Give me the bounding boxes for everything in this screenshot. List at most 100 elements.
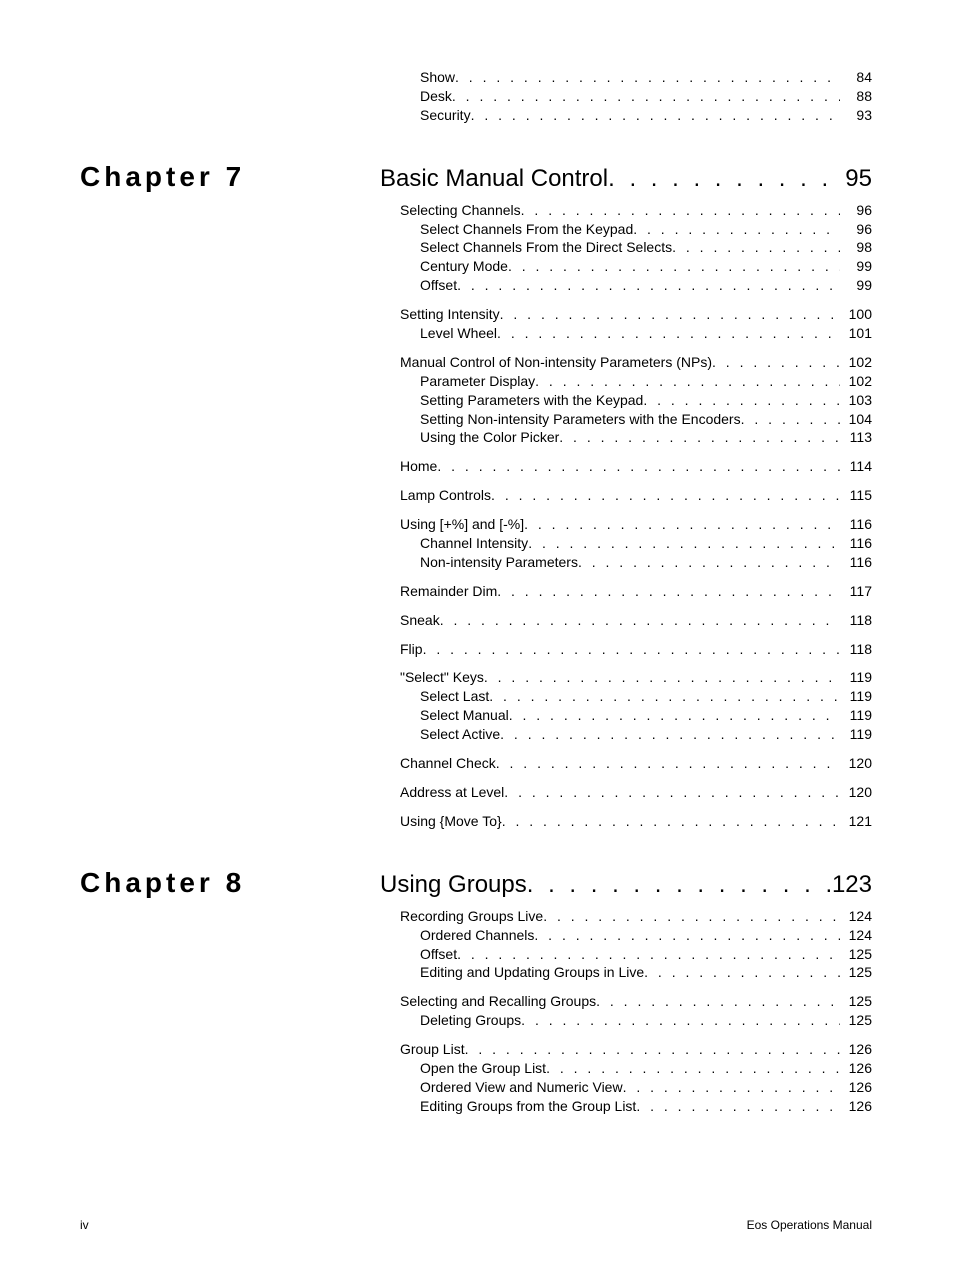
toc-entry[interactable]: Level Wheel101 [80,324,872,343]
toc-label: Century Mode [420,257,508,276]
chapter-heading-8[interactable]: Chapter 8 Using Groups 123 [80,867,872,899]
toc-dots [471,106,840,125]
toc-dots [543,907,840,926]
toc-entry[interactable]: Ordered Channels124 [80,926,872,945]
toc-dots [633,220,840,239]
toc-page: 103 [840,391,872,410]
toc-entry[interactable]: Setting Non-intensity Parameters with th… [80,410,872,429]
toc-dots [578,553,840,572]
toc-entry[interactable]: Recording Groups Live 124 [80,907,872,926]
toc-dots [465,1040,840,1059]
toc-entry[interactable]: Using [+%] and [-%]116 [80,515,872,534]
toc-entry[interactable]: Open the Group List126 [80,1059,872,1078]
toc-page: 116 [840,534,872,553]
toc-group: "Select" Keys119 Select Last119 Select M… [80,668,872,744]
toc-dots [636,1097,840,1116]
toc-label: Recording Groups Live [400,907,543,926]
page: Show 84 Desk 88 Security 93 Chapter 7 Ba… [0,0,954,1272]
toc-entry[interactable]: Manual Control of Non-intensity Paramete… [80,353,872,372]
toc-group: Address at Level120 [80,783,872,802]
toc-entry[interactable]: Selecting Channels96 [80,201,872,220]
toc-entry[interactable]: Select Channels From the Keypad96 [80,220,872,239]
toc-dots [509,706,840,725]
toc-entry[interactable]: Channel Intensity 116 [80,534,872,553]
manual-title: Eos Operations Manual [747,1218,872,1232]
toc-dots [712,353,840,372]
toc-dots [437,457,840,476]
pre-group: Show 84 Desk 88 Security 93 [80,68,872,125]
toc-label: Editing and Updating Groups in Live [420,963,644,982]
toc-entry[interactable]: Century Mode 99 [80,257,872,276]
toc-label: Remainder Dim [400,582,497,601]
toc-dots [452,87,840,106]
toc-entry[interactable]: Desk 88 [80,87,872,106]
toc-entry[interactable]: Selecting and Recalling Groups125 [80,992,872,1011]
toc-label: Channel Intensity [420,534,528,553]
toc-dots [500,725,840,744]
toc-label: Manual Control of Non-intensity Paramete… [400,353,712,372]
toc-entry[interactable]: Setting Intensity100 [80,305,872,324]
toc-page: 119 [840,687,872,706]
toc-entry[interactable]: Parameter Display102 [80,372,872,391]
toc-dots [741,410,840,429]
toc-page: 99 [840,257,872,276]
toc-dots [496,754,840,773]
toc-label: Parameter Display [420,372,535,391]
toc-entry[interactable]: Address at Level120 [80,783,872,802]
toc-entry[interactable]: Remainder Dim117 [80,582,872,601]
toc-page: 96 [840,220,872,239]
toc-page: 124 [840,907,872,926]
toc-page: 113 [840,428,872,447]
toc-entry[interactable]: Security 93 [80,106,872,125]
toc-entry[interactable]: Select Manual 119 [80,706,872,725]
toc-entry[interactable]: Lamp Controls 115 [80,486,872,505]
toc-group: Flip 118 [80,640,872,659]
toc-page: 118 [840,640,872,659]
toc-entry[interactable]: Home114 [80,457,872,476]
toc-page: 119 [840,706,872,725]
toc-label: Editing Groups from the Group List [420,1097,636,1116]
chapter-page: 123 [832,871,872,899]
toc-entry[interactable]: Offset125 [80,945,872,964]
toc-entry[interactable]: Group List126 [80,1040,872,1059]
chapter-heading-7[interactable]: Chapter 7 Basic Manual Control 95 [80,161,872,193]
toc-entry[interactable]: Show 84 [80,68,872,87]
toc-entry[interactable]: "Select" Keys119 [80,668,872,687]
toc-entry[interactable]: Using the Color Picker113 [80,428,872,447]
toc-entry[interactable]: Non-intensity Parameters116 [80,553,872,572]
toc-group: Using [+%] and [-%]116 Channel Intensity… [80,515,872,572]
toc-group: Lamp Controls 115 [80,486,872,505]
toc-label: Flip [400,640,423,659]
toc-label: Non-intensity Parameters [420,553,578,572]
toc-entry[interactable]: Select Channels From the Direct Selects9… [80,238,872,257]
toc-page: 125 [840,945,872,964]
toc-dots [504,783,840,802]
chapter-number: Chapter 7 [80,161,380,193]
toc-label: Security [420,106,471,125]
toc-group: Sneak118 [80,611,872,630]
toc-page: 115 [840,486,872,505]
toc-entry[interactable]: Select Active119 [80,725,872,744]
toc-label: Deleting Groups [420,1011,521,1030]
toc-dots [489,687,840,706]
toc-entry[interactable]: Ordered View and Numeric View126 [80,1078,872,1097]
toc-entry[interactable]: Flip 118 [80,640,872,659]
toc-group: Manual Control of Non-intensity Paramete… [80,353,872,447]
toc-page: 88 [840,87,872,106]
chapter-dots [527,871,832,899]
toc-entry[interactable]: Editing and Updating Groups in Live125 [80,963,872,982]
toc-label: Lamp Controls [400,486,491,505]
toc-entry[interactable]: Deleting Groups125 [80,1011,872,1030]
toc-entry[interactable]: Offset99 [80,276,872,295]
toc-entry[interactable]: Sneak118 [80,611,872,630]
toc-entry[interactable]: Setting Parameters with the Keypad103 [80,391,872,410]
toc-label: Address at Level [400,783,504,802]
toc-dots [643,391,840,410]
toc-entry[interactable]: Select Last119 [80,687,872,706]
toc-entry[interactable]: Using {Move To}121 [80,812,872,831]
toc-label: Select Manual [420,706,509,725]
toc-entry[interactable]: Channel Check120 [80,754,872,773]
toc-entry[interactable]: Editing Groups from the Group List126 [80,1097,872,1116]
chapter-title: Using Groups [380,871,527,899]
chapter-title-line: Basic Manual Control 95 [380,165,872,193]
